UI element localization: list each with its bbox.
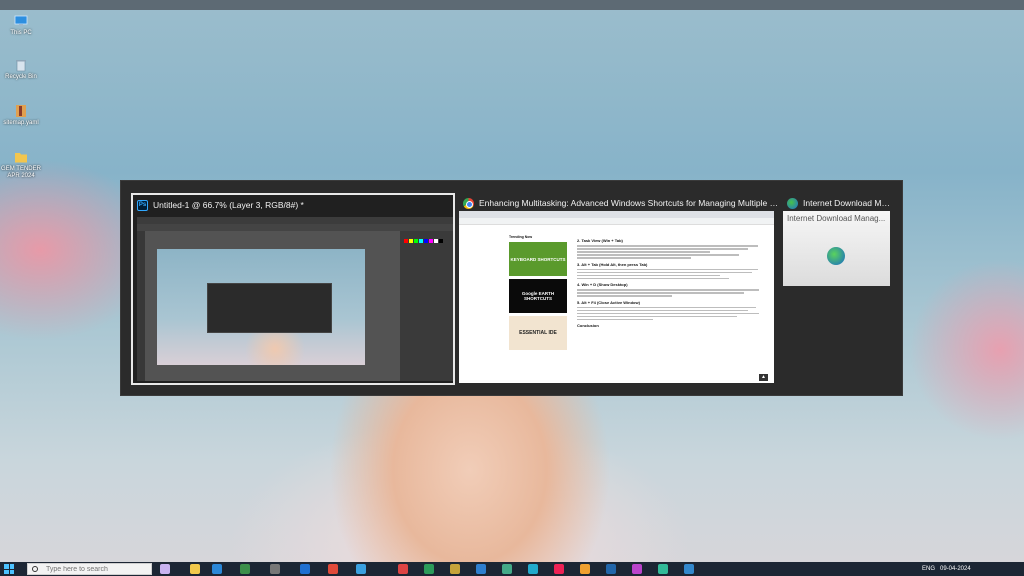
tray-date[interactable]: 09-04-2024 (940, 564, 971, 574)
window-preview: Internet Download Manag... (783, 211, 890, 286)
desktop-icon-recycle-bin[interactable]: Recycle Bin (0, 58, 42, 81)
ps-tools-panel (137, 231, 145, 381)
switcher-item-idm[interactable]: Internet Download Mana... Internet Downl… (783, 193, 891, 297)
taskbar-app-icon[interactable] (502, 564, 512, 574)
article-heading: 4. Win + D (Show Desktop) (577, 282, 628, 287)
taskbar: ENG 09-04-2024 (0, 562, 1024, 576)
taskbar-app-icon[interactable] (528, 564, 538, 574)
taskbar-app-icon[interactable] (190, 564, 200, 574)
nested-switcher-preview (207, 283, 332, 333)
switcher-item-title: Enhancing Multitasking: Advanced Windows… (479, 198, 779, 208)
trending-sidebar: Trending Now KEYBOARD SHORTCUTS Google E… (509, 235, 567, 350)
desktop-icon-gem-tender[interactable]: GEM TENDER APR 2024 (0, 150, 42, 180)
ps-right-panels (400, 231, 453, 381)
search-icon (32, 566, 38, 572)
desktop-icon-sitemap[interactable]: sitemap.yaml (0, 104, 42, 127)
folder-icon (15, 153, 27, 163)
ps-canvas (157, 249, 365, 365)
browser-address-bar (459, 218, 774, 225)
folder-icon (16, 105, 26, 117)
article-heading: Conclusion (577, 323, 599, 328)
trending-heading: Trending Now (509, 235, 533, 239)
taskbar-search[interactable] (27, 563, 152, 575)
tray-language[interactable]: ENG (922, 564, 935, 574)
monitor-icon (14, 15, 28, 26)
switcher-item-title-row: Ps Untitled-1 @ 66.7% (Layer 3, RGB/8#) … (133, 195, 453, 215)
search-input[interactable] (46, 564, 146, 574)
taskbar-app-icon[interactable] (160, 564, 170, 574)
taskbar-app-icon[interactable] (424, 564, 434, 574)
trending-card: Google EARTH SHORTCUTS (509, 279, 567, 313)
ps-options-bar (137, 224, 453, 231)
browser-tab-strip (459, 211, 774, 218)
switcher-item-title: Untitled-1 @ 66.7% (Layer 3, RGB/8#) * (153, 200, 304, 210)
ps-swatches (404, 239, 443, 243)
switcher-item-title: Internet Download Mana... (803, 198, 891, 208)
window-preview (137, 217, 453, 381)
taskbar-app-icon[interactable] (684, 564, 694, 574)
article-heading: 3. Alt + Tab (Hold Alt, then press Tab) (577, 261, 648, 267)
taskbar-app-icon[interactable] (606, 564, 616, 574)
idm-logo-icon (827, 247, 845, 265)
taskbar-app-icon[interactable] (270, 564, 280, 574)
taskbar-app-icon[interactable] (450, 564, 460, 574)
window-preview: Trending Now KEYBOARD SHORTCUTS Google E… (459, 211, 774, 383)
desktop-icon-label: This PC (10, 30, 32, 36)
window-switcher: Ps Untitled-1 @ 66.7% (Layer 3, RGB/8#) … (120, 180, 903, 396)
taskbar-app-icon[interactable] (632, 564, 642, 574)
article-heading: 2. Task View (Win + Tab) (577, 238, 623, 243)
switcher-item-title-row: Enhancing Multitasking: Advanced Windows… (459, 193, 779, 213)
desktop-icon-label: sitemap.yaml (3, 120, 39, 126)
desktop-icon-label: Recycle Bin (5, 74, 37, 80)
switcher-item-title-row: Internet Download Mana... (783, 193, 891, 213)
article-body: 2. Task View (Win + Tab) 3. Alt + Tab (H… (577, 235, 767, 330)
taskbar-app-icon[interactable] (398, 564, 408, 574)
taskbar-app-icon[interactable] (658, 564, 668, 574)
trending-card: ESSENTIAL IDE (509, 316, 567, 350)
article-heading: 5. Alt + F4 (Close Active Window) (577, 299, 640, 305)
taskbar-app-icon[interactable] (300, 564, 310, 574)
taskbar-app-icon[interactable] (580, 564, 590, 574)
desktop-icon-label: GEM TENDER APR 2024 (1, 166, 41, 179)
switcher-item-photoshop[interactable]: Ps Untitled-1 @ 66.7% (Layer 3, RGB/8#) … (131, 193, 455, 385)
taskbar-app-icon[interactable] (328, 564, 338, 574)
taskbar-app-icon[interactable] (356, 564, 366, 574)
taskbar-app-icon[interactable] (476, 564, 486, 574)
trending-card: KEYBOARD SHORTCUTS (509, 242, 567, 276)
photoshop-icon: Ps (137, 199, 148, 211)
windows-start-icon[interactable] (4, 564, 14, 574)
idm-inner-title: Internet Download Manag... (787, 214, 886, 223)
idm-icon (787, 197, 798, 209)
chrome-icon (463, 197, 474, 209)
scroll-top-button: ▲ (759, 374, 768, 381)
taskbar-app-icon[interactable] (554, 564, 564, 574)
screen-top-strip (0, 0, 1024, 10)
recycle-bin-icon (16, 60, 26, 72)
ps-menu-bar (137, 217, 453, 224)
taskbar-app-icon[interactable] (212, 564, 222, 574)
switcher-item-chrome[interactable]: Enhancing Multitasking: Advanced Windows… (459, 193, 779, 385)
desktop-icon-this-pc[interactable]: This PC (0, 14, 42, 37)
taskbar-app-icon[interactable] (240, 564, 250, 574)
